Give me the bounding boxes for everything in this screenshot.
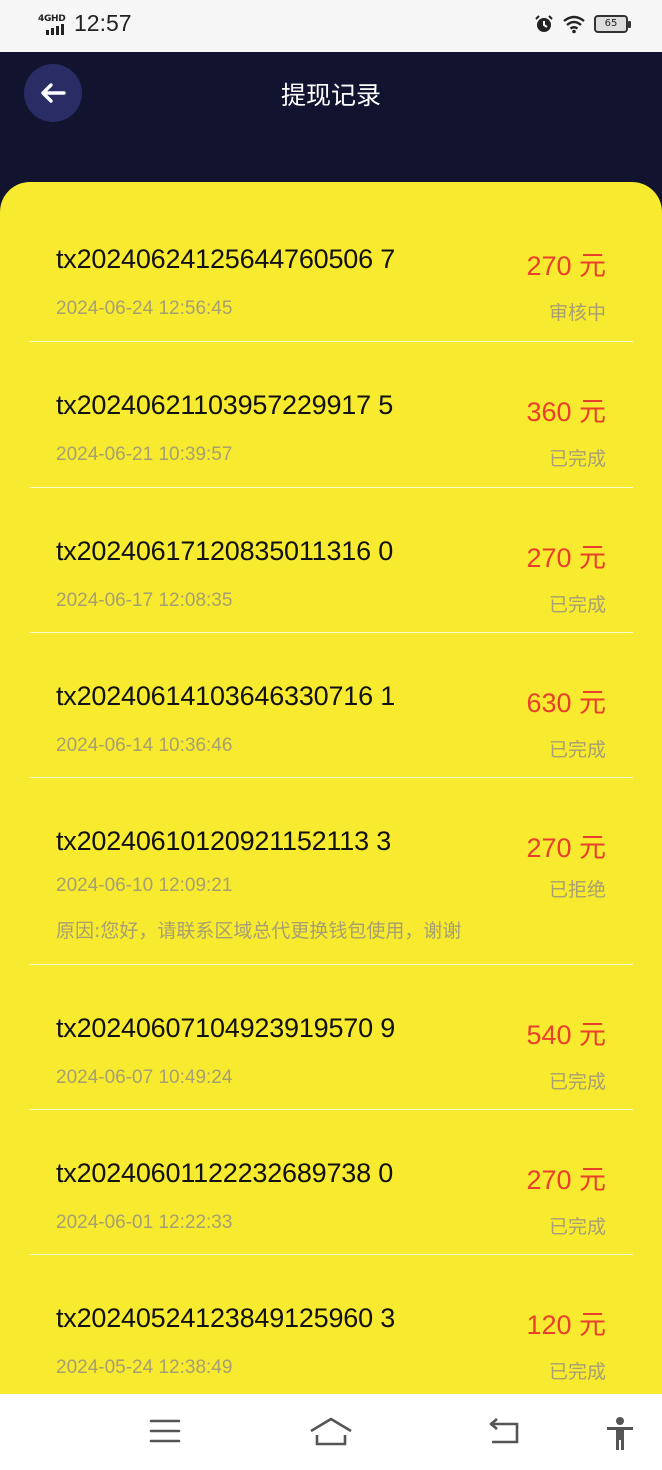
record-status: 已完成: [548, 1071, 606, 1093]
record-item[interactable]: tx20240601122232689738 0 270 元 2024-06-0…: [29, 1110, 633, 1255]
record-status: 已完成: [548, 1216, 606, 1238]
return-button[interactable]: [486, 1416, 526, 1450]
record-time: 2024-06-21 10:39:57: [56, 444, 233, 465]
record-status: 审核中: [548, 302, 606, 324]
menu-button[interactable]: [148, 1416, 188, 1450]
record-id: tx20240524123849125960 3: [56, 1303, 396, 1333]
record-amount: 270 元: [526, 833, 606, 863]
network-type: 4GHD: [38, 14, 66, 24]
record-status: 已完成: [548, 739, 606, 761]
record-amount: 630 元: [526, 688, 606, 718]
record-id: tx20240614103646330716 1: [56, 681, 396, 711]
record-id: tx20240621103957229917 5: [56, 390, 394, 420]
record-status: 已完成: [548, 1361, 606, 1383]
page-title: 提现记录: [280, 81, 381, 110]
record-item[interactable]: tx20240624125644760506 7 270 元 2024-06-2…: [29, 182, 633, 342]
status-bar: 4GHD 12:57 65: [0, 0, 662, 52]
record-id: tx20240624125644760506 7: [56, 244, 396, 274]
record-amount: 270 元: [526, 1165, 606, 1195]
record-id: tx20240607104923919570 9: [56, 1013, 396, 1043]
signal-icon: 4GHD: [38, 14, 70, 36]
status-icons: 65: [534, 14, 631, 34]
record-reason: 原因:您好，请联系区域总代更换钱包使用，谢谢: [56, 920, 462, 942]
record-amount: 270 元: [526, 543, 606, 573]
alarm-icon: [535, 15, 553, 32]
record-item[interactable]: tx20240614103646330716 1 630 元 2024-06-1…: [29, 633, 633, 778]
record-time: 2024-06-14 10:36:46: [56, 735, 233, 756]
battery-icon: 65: [594, 15, 631, 33]
record-list: tx20240624125644760506 7 270 元 2024-06-2…: [0, 182, 662, 1394]
record-item[interactable]: tx20240607104923919570 9 540 元 2024-06-0…: [29, 965, 633, 1110]
battery-level: 65: [604, 18, 618, 29]
record-item[interactable]: tx20240610120921152113 3 270 元 2024-06-1…: [29, 778, 633, 965]
system-nav-bar: [0, 1394, 662, 1470]
record-time: 2024-06-10 12:09:21: [56, 875, 233, 896]
wifi-icon: [563, 15, 585, 34]
accessibility-icon: [607, 1417, 633, 1450]
record-item[interactable]: tx20240617120835011316 0 270 元 2024-06-1…: [29, 488, 633, 633]
return-icon: [489, 1418, 519, 1444]
record-amount: 120 元: [526, 1310, 606, 1340]
menu-icon: [149, 1419, 181, 1443]
record-status: 已拒绝: [548, 879, 606, 901]
record-id: tx20240610120921152113 3: [56, 826, 392, 856]
record-time: 2024-06-07 10:49:24: [56, 1067, 233, 1088]
record-time: 2024-06-17 12:08:35: [56, 590, 233, 611]
record-amount: 360 元: [526, 397, 606, 427]
record-id: tx20240617120835011316 0: [56, 536, 394, 566]
record-item[interactable]: tx20240524123849125960 3 120 元 2024-05-2…: [29, 1255, 633, 1394]
record-time: 2024-06-01 12:22:33: [56, 1212, 233, 1233]
accessibility-button[interactable]: [602, 1416, 642, 1450]
record-status: 已完成: [548, 594, 606, 616]
home-icon: [310, 1417, 352, 1446]
status-time: 12:57: [74, 10, 132, 36]
home-button[interactable]: [308, 1416, 354, 1450]
record-time: 2024-06-24 12:56:45: [56, 298, 233, 319]
page-header: 提现记录: [0, 52, 662, 192]
record-time: 2024-05-24 12:38:49: [56, 1357, 233, 1378]
record-status: 已完成: [548, 448, 606, 470]
record-amount: 540 元: [526, 1020, 606, 1050]
record-amount: 270 元: [526, 251, 606, 281]
record-item[interactable]: tx20240621103957229917 5 360 元 2024-06-2…: [29, 342, 633, 488]
record-id: tx20240601122232689738 0: [56, 1158, 394, 1188]
